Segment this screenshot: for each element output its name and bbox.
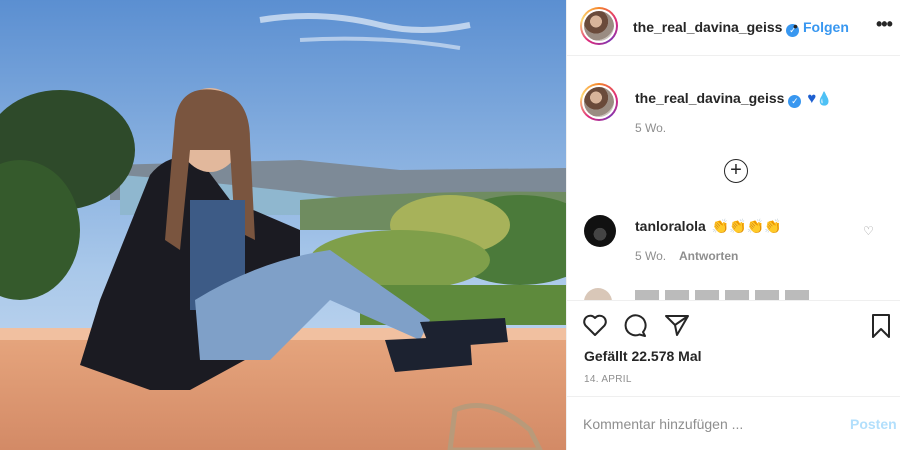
- comment-icon[interactable]: [622, 313, 648, 337]
- like-count[interactable]: Gefällt 22.578 Mal: [584, 348, 702, 364]
- bookmark-icon[interactable]: [870, 313, 892, 339]
- share-icon[interactable]: [664, 313, 690, 337]
- comment-text: tanloralola 👏👏👏👏: [635, 218, 781, 235]
- comment-input[interactable]: [583, 414, 823, 434]
- post-date[interactable]: 14. APRIL: [584, 374, 632, 385]
- verified-badge-icon: ✓: [788, 95, 802, 108]
- post-comment-button[interactable]: Posten: [850, 416, 897, 432]
- author-username-text[interactable]: the_real_davina_geiss: [633, 19, 782, 35]
- partially-visible-comment: [584, 286, 884, 300]
- separator-dot: •: [793, 18, 798, 34]
- partial-avatar: [584, 288, 612, 300]
- commenter-avatar[interactable]: [584, 215, 616, 247]
- heart-icon[interactable]: [582, 313, 608, 337]
- post-photo[interactable]: [0, 0, 566, 450]
- follow-button[interactable]: Folgen: [803, 19, 849, 35]
- caption-username[interactable]: the_real_davina_geiss ✓ ♥💧: [635, 90, 832, 108]
- comment-like-icon[interactable]: ♡: [863, 224, 874, 238]
- post-side-panel: the_real_davina_geiss ✓ • Folgen ••• the_…: [566, 0, 900, 450]
- blue-heart-emoji: ♥: [807, 90, 817, 107]
- post-header: the_real_davina_geiss ✓ • Folgen •••: [567, 0, 900, 56]
- caption-username-text[interactable]: the_real_davina_geiss: [635, 90, 784, 106]
- commenter-username[interactable]: tanloralola: [635, 218, 706, 234]
- post-actions: Gefällt 22.578 Mal 14. APRIL: [567, 300, 900, 396]
- caption-timestamp[interactable]: 5 Wo.: [635, 121, 666, 135]
- caption-avatar[interactable]: [580, 83, 618, 121]
- partial-comment-text: [635, 290, 815, 300]
- instagram-post-modal: the_real_davina_geiss ✓ • Folgen ••• the_…: [0, 0, 900, 450]
- reply-button[interactable]: Antworten: [679, 249, 738, 263]
- droplet-emoji: 💧: [816, 91, 833, 106]
- clapping-hands-emoji: 👏👏👏👏: [711, 218, 782, 234]
- comment-timestamp[interactable]: 5 Wo.: [635, 249, 666, 263]
- author-avatar[interactable]: [580, 7, 618, 45]
- photo-illustration: [0, 0, 566, 450]
- author-username[interactable]: the_real_davina_geiss ✓: [633, 19, 800, 37]
- comment-composer: Posten: [567, 396, 900, 450]
- more-options-icon[interactable]: •••: [876, 14, 893, 35]
- load-more-comments-icon[interactable]: +: [724, 159, 748, 183]
